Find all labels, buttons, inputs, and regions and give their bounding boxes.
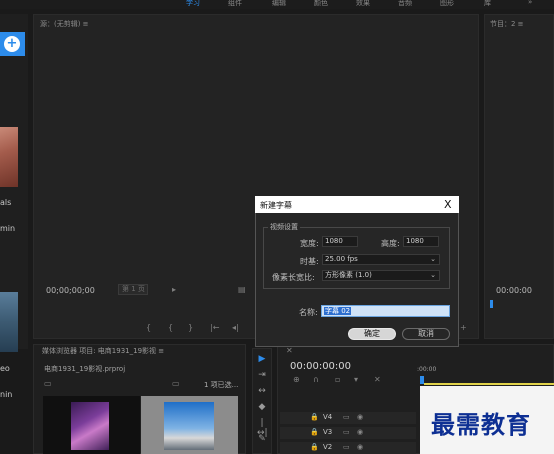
- selection-count: 1 项已选...: [204, 381, 239, 389]
- width-label: 宽度:: [300, 239, 319, 248]
- project-file-name: 电商1931_19影视.prproj: [44, 365, 126, 373]
- name-value: 字幕 02: [324, 307, 352, 315]
- workspace-bar: 学习 组件 编辑 颜色 效果 音频 图形 库 »: [0, 0, 554, 9]
- template-duration: min: [0, 224, 16, 233]
- tab-learning[interactable]: 学习: [186, 0, 200, 8]
- selection-tool-icon[interactable]: ▶: [257, 354, 267, 364]
- settings-icon[interactable]: ▤: [238, 285, 246, 294]
- tab-audio[interactable]: 音频: [398, 0, 412, 8]
- lock-icon[interactable]: 🔒: [310, 443, 319, 451]
- timebase-label: 时基:: [300, 257, 319, 266]
- timebase-select[interactable]: 25.00 fps ⌄: [322, 254, 440, 265]
- sync-icon[interactable]: ▭: [343, 443, 350, 451]
- lock-icon[interactable]: 🔒: [310, 428, 319, 436]
- tab-color[interactable]: 颜色: [314, 0, 328, 8]
- dialog-title: 新建字幕: [260, 201, 292, 210]
- timebase-value: 25.00 fps: [325, 255, 358, 263]
- program-monitor-title[interactable]: 节目：2 ≡: [490, 19, 524, 29]
- play-icon[interactable]: ▸: [172, 285, 176, 294]
- plus-circle-icon: +: [4, 36, 20, 52]
- add-button[interactable]: +: [0, 32, 25, 56]
- slip-tool-icon[interactable]: |↔|: [257, 418, 268, 438]
- workspace-more-icon[interactable]: »: [528, 0, 532, 6]
- ripple-edit-icon[interactable]: ↔: [257, 386, 267, 396]
- wrench-icon[interactable]: ✕: [374, 375, 381, 384]
- pen-tool-icon[interactable]: ✎: [257, 434, 267, 444]
- video-settings-label: 视频设置: [268, 222, 300, 232]
- track-label: V2: [323, 443, 333, 451]
- project-tabs[interactable]: 媒体浏览器 项目: 电商1931_19影视 ≡: [42, 346, 164, 356]
- source-monitor-title[interactable]: 源：(无剪辑) ≡: [40, 19, 89, 29]
- template-label: eo: [0, 364, 10, 373]
- clip-image: [71, 402, 109, 450]
- template-label: als: [0, 198, 12, 207]
- eye-icon[interactable]: ◉: [357, 428, 363, 436]
- step-back-icon[interactable]: ◂|: [232, 323, 239, 332]
- track-label: V4: [323, 413, 333, 421]
- add-marker-icon[interactable]: ▾: [354, 375, 358, 384]
- track-label: V3: [323, 428, 333, 436]
- watermark-logo: 最需教育: [431, 410, 531, 439]
- source-timecode[interactable]: 00;00;00;00: [46, 286, 95, 295]
- sync-icon[interactable]: ▭: [343, 413, 350, 421]
- close-icon[interactable]: ✕: [286, 346, 293, 355]
- program-timecode[interactable]: 00:00:00: [496, 286, 532, 295]
- width-field[interactable]: 1080: [322, 236, 358, 247]
- cancel-button[interactable]: 取消: [402, 328, 450, 340]
- snap-icon[interactable]: ⊕: [293, 375, 300, 384]
- sync-icon[interactable]: ▭: [343, 428, 350, 436]
- link-icon[interactable]: ∩: [313, 375, 319, 384]
- tab-libraries[interactable]: 库: [484, 0, 491, 8]
- clip-image: [164, 402, 214, 450]
- height-label: 高度:: [381, 239, 400, 248]
- ok-button[interactable]: 确定: [348, 328, 396, 340]
- tab-graphics[interactable]: 图形: [440, 0, 454, 8]
- chevron-down-icon: ⌄: [430, 255, 436, 263]
- pixel-aspect-value: 方形像素 (1.0): [325, 271, 372, 279]
- track-select-icon[interactable]: ⇥: [257, 370, 267, 380]
- folder-icon[interactable]: ▭: [44, 379, 52, 388]
- work-area-bar[interactable]: [424, 383, 554, 385]
- page-selector[interactable]: 第 1 页: [118, 284, 148, 295]
- add-icon[interactable]: +: [460, 323, 467, 332]
- template-thumbnail[interactable]: [0, 292, 18, 352]
- mark-out-icon[interactable]: {: [168, 323, 173, 332]
- tab-assembly[interactable]: 组件: [228, 0, 242, 8]
- eye-icon[interactable]: ◉: [357, 443, 363, 451]
- name-label: 名称:: [299, 308, 318, 317]
- tab-editing[interactable]: 编辑: [272, 0, 286, 8]
- pixel-aspect-label: 像素长宽比:: [272, 273, 315, 282]
- folder-icon[interactable]: ▭: [172, 379, 180, 388]
- program-playhead[interactable]: [490, 300, 493, 308]
- go-to-in-icon[interactable]: |←: [210, 323, 219, 332]
- pixel-aspect-select[interactable]: 方形像素 (1.0) ⌄: [322, 270, 440, 281]
- mark-in-icon[interactable]: {: [146, 323, 151, 332]
- mark-out-icon[interactable]: }: [188, 323, 193, 332]
- close-icon[interactable]: X: [444, 198, 452, 211]
- lock-icon[interactable]: 🔒: [310, 413, 319, 421]
- chevron-down-icon: ⌄: [430, 271, 436, 279]
- timeline-ruler: :00:00: [417, 366, 437, 373]
- tab-effects[interactable]: 效果: [356, 0, 370, 8]
- timeline-timecode[interactable]: 00:00:00:00: [290, 361, 351, 372]
- height-field[interactable]: 1080: [403, 236, 439, 247]
- razor-tool-icon[interactable]: ◆: [257, 402, 267, 412]
- template-duration: nin: [0, 390, 13, 399]
- template-thumbnail[interactable]: [0, 127, 18, 187]
- marker-icon[interactable]: ▫: [335, 375, 340, 384]
- name-field[interactable]: 字幕 02: [321, 305, 450, 317]
- eye-icon[interactable]: ◉: [357, 413, 363, 421]
